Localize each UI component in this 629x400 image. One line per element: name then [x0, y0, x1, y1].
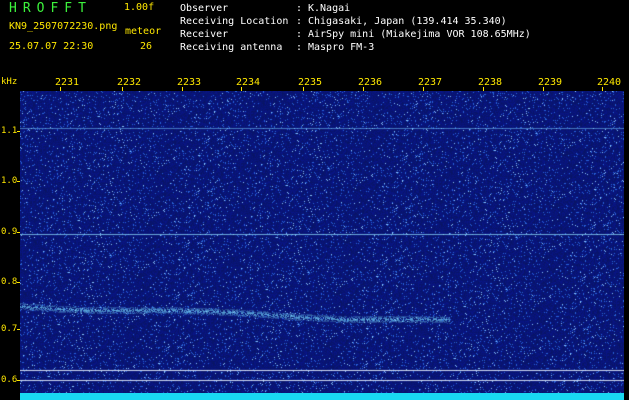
frequency-axis-unit: kHz [1, 77, 18, 87]
meteor-count: 26 [140, 41, 153, 52]
baseline-signal-strip [20, 393, 624, 400]
time-tick-label: 2239 [538, 77, 563, 88]
meta-row-location: Receiving Location: Chigasaki, Japan (139… [180, 16, 507, 27]
time-tick-label: 2236 [358, 77, 383, 88]
observation-metadata: Observer: K.Nagai Receiving Location: Chig… [180, 2, 531, 54]
meta-row-observer: Observer: K.Nagai [180, 3, 351, 14]
time-tick-label: 2237 [418, 77, 443, 88]
timestamp: 25.07.07 22:30 [9, 41, 94, 52]
file-name: KN9_2507072230.png [9, 21, 118, 32]
meta-row-antenna: Receiving antenna: Maspro FM-3 [180, 42, 375, 53]
time-tick-label: 2238 [478, 77, 503, 88]
frequency-tick-label: 1.0 [1, 176, 18, 186]
observation-type: meteor [125, 26, 162, 37]
header: HROFFT 1.00f KN9_2507072230.png meteor 2… [0, 0, 629, 75]
meta-row-receiver: Receiver: AirSpy mini (Miakejima VOR 108.… [180, 29, 531, 40]
time-tick-label: 2234 [236, 77, 261, 88]
time-tick-label: 2231 [55, 77, 80, 88]
frequency-tick-label: 1.1 [1, 126, 18, 136]
app-brand: HROFFT [9, 1, 92, 16]
time-tick-label: 2235 [298, 77, 323, 88]
time-tick-label: 2240 [597, 77, 622, 88]
time-tick-label: 2233 [177, 77, 202, 88]
time-tick-label: 2232 [117, 77, 142, 88]
spectrogram-canvas [20, 91, 624, 400]
frequency-tick-label: 0.6 [1, 375, 18, 385]
right-margin [624, 75, 629, 400]
frequency-axis [0, 75, 20, 400]
version-label: 1.00f [124, 2, 155, 13]
frequency-tick-label: 0.7 [1, 324, 18, 334]
frequency-tick-label: 0.8 [1, 277, 18, 287]
frequency-tick-label: 0.9 [1, 227, 18, 237]
